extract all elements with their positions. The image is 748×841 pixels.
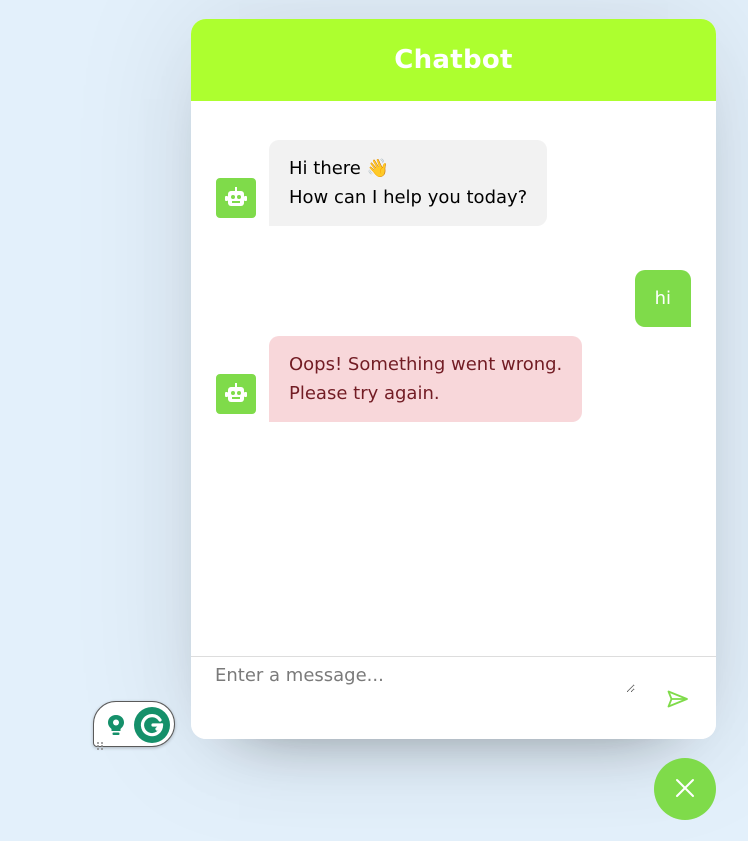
chat-message-outgoing: hi bbox=[634, 270, 691, 327]
chat-title: Chatbot bbox=[394, 45, 513, 75]
chat-message-incoming: Hi there 👋 How can I help you today? bbox=[216, 140, 548, 226]
grammarly-widget[interactable] bbox=[93, 701, 175, 750]
robot-icon bbox=[216, 374, 256, 414]
chatbox[interactable]: Hi there 👋 How can I help you today? hi … bbox=[191, 101, 716, 656]
chatbot-window: Chatbot Hi there 👋 How can I help you to… bbox=[191, 19, 716, 739]
chat-input-area bbox=[191, 656, 716, 739]
error-message-bubble: Oops! Something went wrong. Please try a… bbox=[269, 336, 583, 422]
message-input[interactable] bbox=[215, 665, 635, 693]
message-bubble: hi bbox=[634, 270, 691, 327]
chat-header: Chatbot bbox=[191, 19, 716, 101]
robot-icon bbox=[216, 178, 256, 218]
lightbulb-icon[interactable] bbox=[106, 713, 126, 737]
grammarly-g-icon[interactable] bbox=[134, 707, 170, 743]
chatbot-toggler-button[interactable] bbox=[654, 758, 716, 820]
send-icon[interactable] bbox=[666, 687, 690, 711]
drag-handle-icon[interactable] bbox=[96, 736, 104, 750]
close-icon bbox=[674, 777, 696, 802]
chat-message-error: Oops! Something went wrong. Please try a… bbox=[216, 336, 583, 422]
message-bubble: Hi there 👋 How can I help you today? bbox=[269, 140, 548, 226]
